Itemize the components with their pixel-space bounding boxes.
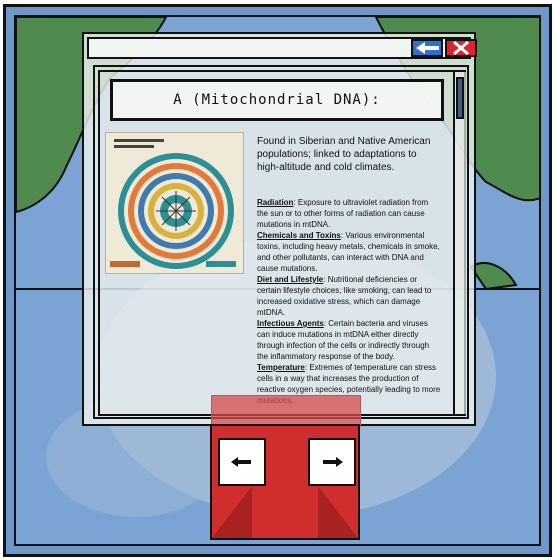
scrollbar-thumb[interactable] [456,77,464,119]
close-x-icon [453,40,469,56]
haplogroup-summary: Found in Siberian and Native American po… [257,136,431,173]
factor-item: Diet and Lifestyle: Nutritional deficien… [257,274,441,318]
arrow-left-icon [416,42,439,54]
prev-button[interactable] [218,438,266,486]
factor-item: Radiation: Exposure to ultraviolet radia… [257,197,441,230]
back-button[interactable] [411,39,443,57]
next-button[interactable] [308,438,356,486]
nav-drawer [210,424,360,540]
info-window: A (Mitochondrial DNA): Found in Siberian… [82,32,477,426]
game-screen: A (Mitochondrial DNA): Found in Siberian… [0,0,555,558]
factor-item: Infectious Agents: Certain bacteria and … [257,318,441,362]
window-titlebar [87,37,477,59]
factor-term: Infectious Agents [257,319,324,328]
content-scroll-area[interactable]: A (Mitochondrial DNA): Found in Siberian… [98,70,466,416]
factor-term: Temperature [257,363,305,372]
arrow-left-icon [231,457,251,467]
arrow-right-icon [323,457,343,467]
factor-item: Chemicals and Toxins: Various environmen… [257,230,441,274]
title-banner: A (Mitochondrial DNA): [110,79,444,121]
content-panel: A (Mitochondrial DNA): Found in Siberian… [93,65,469,419]
factor-term: Radiation [257,198,294,207]
factor-term: Diet and Lifestyle [257,275,324,284]
scrollbar[interactable] [453,72,466,414]
haplogroup-poster-image [105,132,244,274]
close-button[interactable] [445,39,477,57]
window-title: A (Mitochondrial DNA): [173,92,381,108]
mutation-factors-list: Radiation: Exposure to ultraviolet radia… [257,197,441,406]
factor-term: Chemicals and Toxins [257,231,341,240]
drawer-overlay [211,395,361,427]
